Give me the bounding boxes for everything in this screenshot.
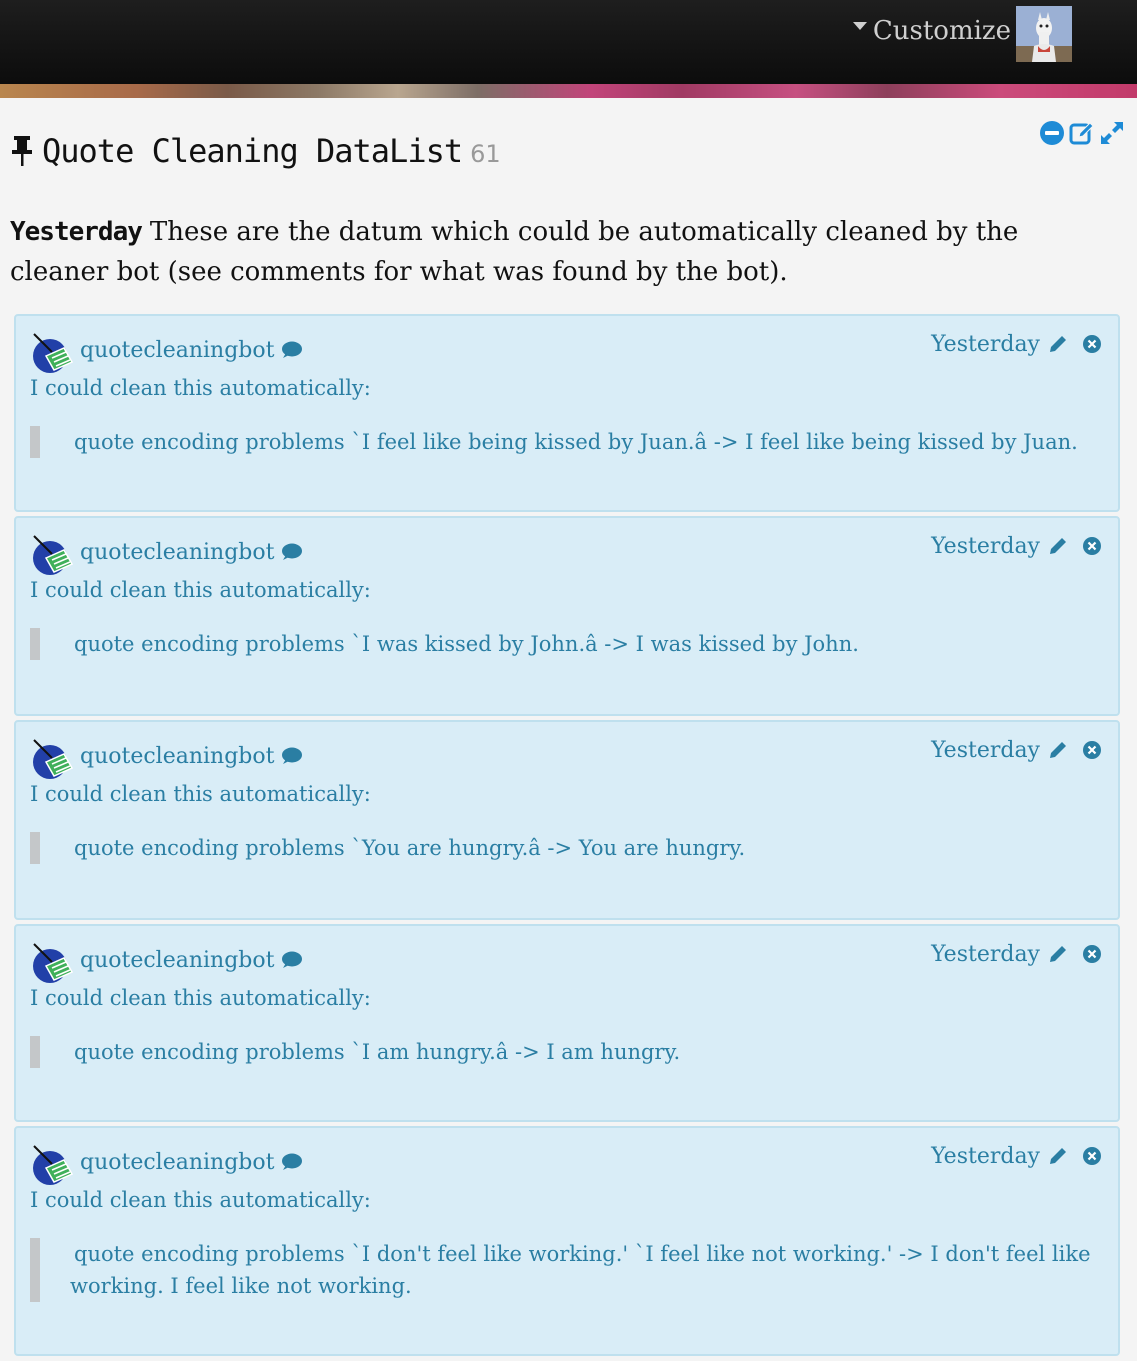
comment-author[interactable]: quotecleaningbot xyxy=(80,1150,303,1175)
customize-label: Customize xyxy=(872,16,1011,46)
cleaning-bot-avatar xyxy=(33,535,74,575)
comment-intro: I could clean this automatically: xyxy=(30,782,371,806)
author-name: quotecleaningbot xyxy=(80,948,275,973)
comment-card: quotecleaningbot Yesterday I could clean… xyxy=(14,314,1120,512)
edit-icon[interactable] xyxy=(1069,120,1095,146)
comment-time: Yesterday xyxy=(931,942,1040,967)
cleaning-bot-avatar xyxy=(33,1145,74,1185)
expand-icon[interactable] xyxy=(1099,120,1125,146)
comment-intro: I could clean this automatically: xyxy=(30,578,371,602)
caret-down-icon xyxy=(852,22,867,30)
author-name: quotecleaningbot xyxy=(80,744,275,769)
pencil-icon[interactable] xyxy=(1048,740,1068,760)
author-name: quotecleaningbot xyxy=(80,540,275,565)
author-name: quotecleaningbot xyxy=(80,1150,275,1175)
comment-quote: quote encoding problems `You are hungry.… xyxy=(30,832,1098,864)
comment-time: Yesterday xyxy=(931,332,1040,357)
list-title-row: Quote Cleaning DataList 61 xyxy=(10,132,501,170)
pencil-icon[interactable] xyxy=(1048,1146,1068,1166)
header-banner xyxy=(0,84,1137,98)
pencil-icon[interactable] xyxy=(1048,944,1068,964)
comment-card: quotecleaningbot Yesterday I could clean… xyxy=(14,516,1120,716)
chat-bubble-icon[interactable] xyxy=(280,1153,303,1171)
comment-intro: I could clean this automatically: xyxy=(30,986,371,1010)
comment-quote: quote encoding problems `I feel like bei… xyxy=(30,426,1098,458)
chat-bubble-icon[interactable] xyxy=(280,341,303,359)
close-circle-icon[interactable] xyxy=(1082,944,1102,964)
author-name: quotecleaningbot xyxy=(80,338,275,363)
comment-time: Yesterday xyxy=(931,534,1040,559)
chat-bubble-icon[interactable] xyxy=(280,951,303,969)
list-actions xyxy=(1039,120,1125,146)
comment-card: quotecleaningbot Yesterday I could clean… xyxy=(14,720,1120,920)
pin-icon xyxy=(12,136,32,166)
close-circle-icon[interactable] xyxy=(1082,1146,1102,1166)
comment-intro: I could clean this automatically: xyxy=(30,376,371,400)
description-date: Yesterday xyxy=(10,217,143,247)
item-count: 61 xyxy=(470,140,501,168)
chat-bubble-icon[interactable] xyxy=(280,747,303,765)
comment-author[interactable]: quotecleaningbot xyxy=(80,540,303,565)
top-navbar: Customize xyxy=(0,0,1137,84)
comment-intro: I could clean this automatically: xyxy=(30,1188,371,1212)
comment-time: Yesterday xyxy=(931,738,1040,763)
minus-circle-icon[interactable] xyxy=(1039,120,1065,146)
pencil-icon[interactable] xyxy=(1048,334,1068,354)
comment-quote: quote encoding problems `I am hungry.â -… xyxy=(30,1036,1098,1068)
user-avatar[interactable] xyxy=(1016,6,1072,62)
chat-bubble-icon[interactable] xyxy=(280,543,303,561)
cleaning-bot-avatar xyxy=(33,739,74,779)
pencil-icon[interactable] xyxy=(1048,536,1068,556)
comment-quote: quote encoding problems `I was kissed by… xyxy=(30,628,1098,660)
cleaning-bot-avatar xyxy=(33,943,74,983)
close-circle-icon[interactable] xyxy=(1082,536,1102,556)
comment-author[interactable]: quotecleaningbot xyxy=(80,948,303,973)
customize-menu[interactable]: Customize xyxy=(852,16,1011,46)
description-text: These are the datum which could be autom… xyxy=(10,217,1019,287)
comment-quote: quote encoding problems `I don't feel li… xyxy=(30,1238,1098,1302)
comment-card: quotecleaningbot Yesterday I could clean… xyxy=(14,924,1120,1122)
close-circle-icon[interactable] xyxy=(1082,740,1102,760)
close-circle-icon[interactable] xyxy=(1082,334,1102,354)
comment-author[interactable]: quotecleaningbot xyxy=(80,338,303,363)
list-description: Yesterday These are the datum which could… xyxy=(10,212,1120,292)
comment-time: Yesterday xyxy=(931,1144,1040,1169)
comment-card: quotecleaningbot Yesterday I could clean… xyxy=(14,1126,1120,1356)
page-title: Quote Cleaning DataList xyxy=(42,132,463,170)
cleaning-bot-avatar xyxy=(33,333,74,373)
comment-author[interactable]: quotecleaningbot xyxy=(80,744,303,769)
comment-list: quotecleaningbot Yesterday I could clean… xyxy=(14,314,1120,1360)
